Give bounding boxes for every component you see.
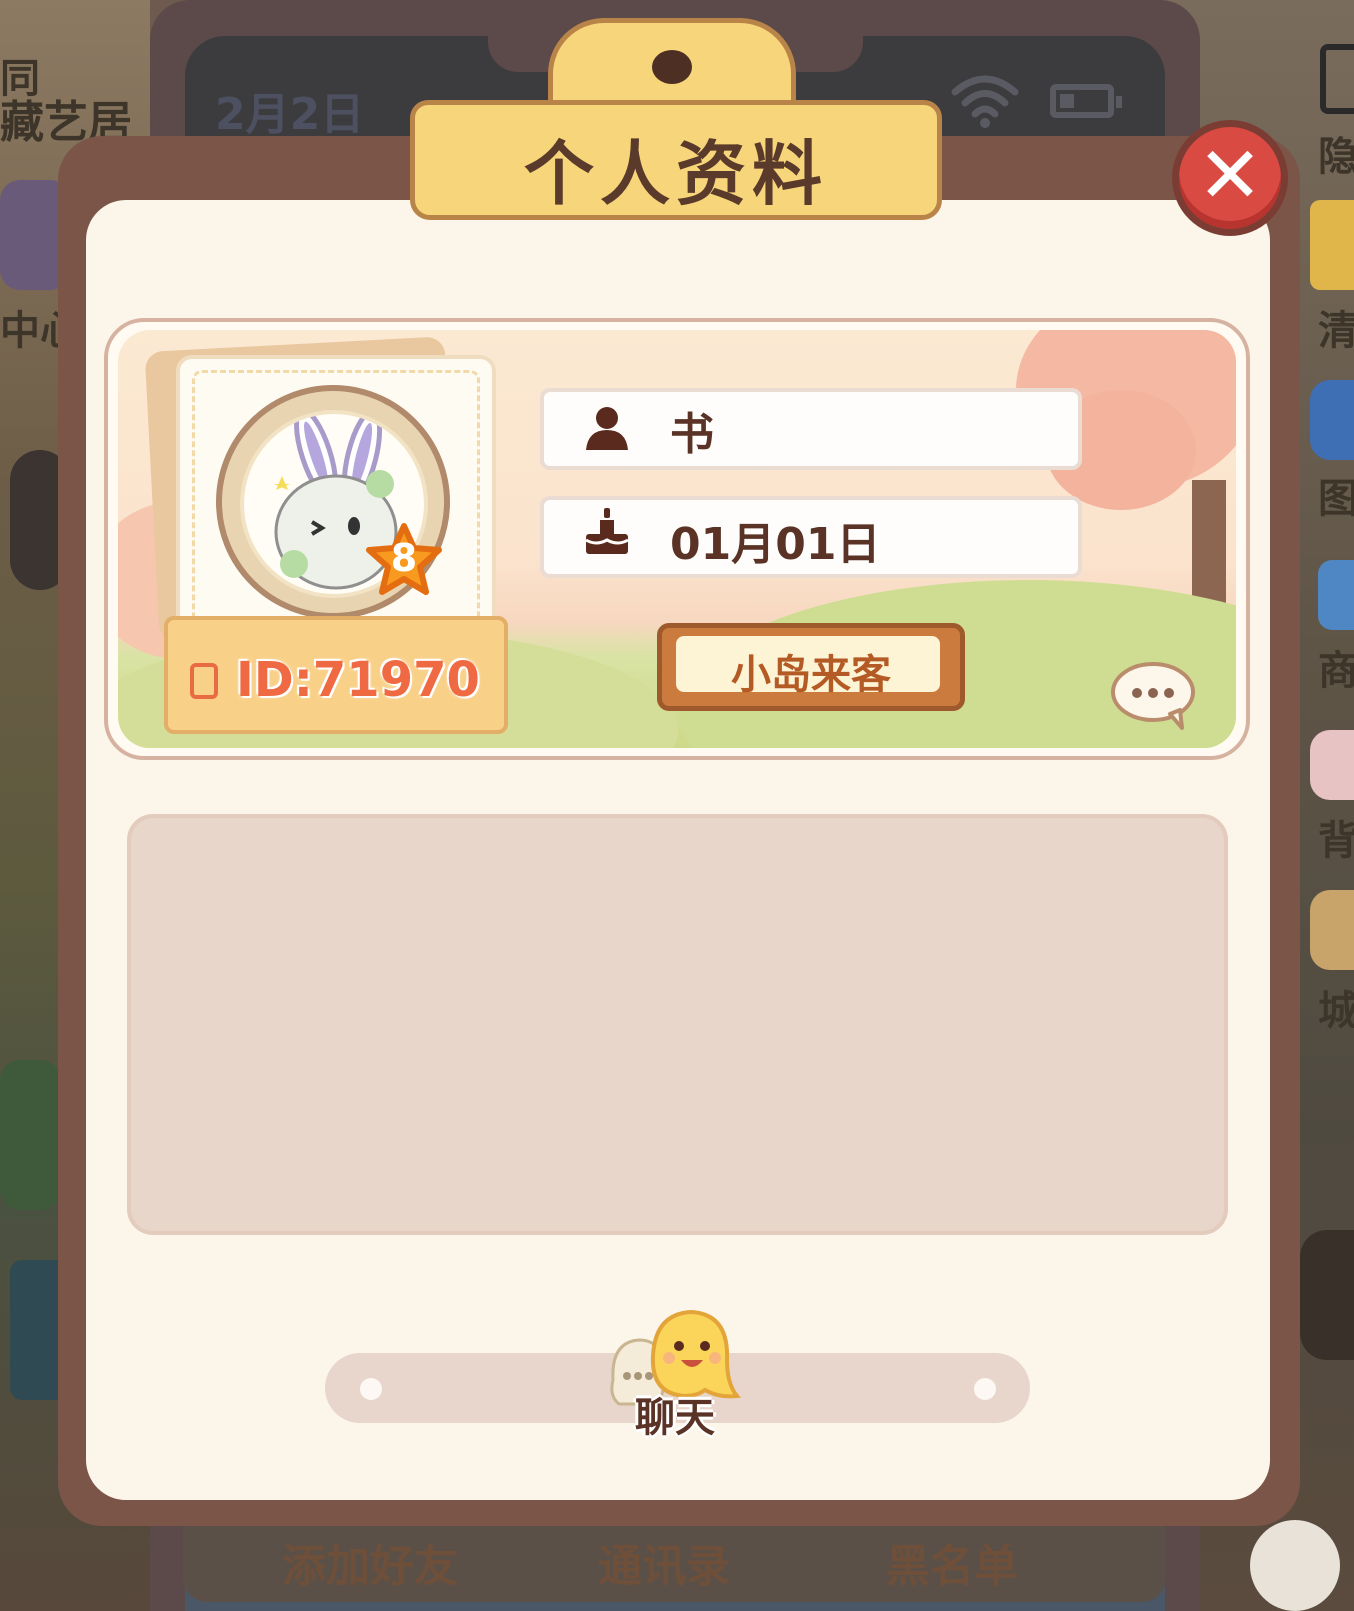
track-dot-left <box>360 1378 382 1400</box>
track-dot-right <box>974 1378 996 1400</box>
background-right-label-1: 隐 <box>1318 134 1354 180</box>
player-birthday: 01月01日 <box>670 519 881 570</box>
bio-box <box>127 814 1228 1235</box>
modal-title: 个人资料 <box>524 133 828 215</box>
atlas-icon[interactable] <box>1310 380 1354 460</box>
title-board-hole <box>652 50 692 84</box>
battery-icon <box>1050 84 1122 118</box>
close-icon: ✕ <box>1197 131 1263 221</box>
person-icon <box>586 407 628 450</box>
copy-id-icon[interactable] <box>190 663 218 699</box>
background-right-label-3: 图 <box>1318 476 1354 522</box>
npc-character-icon-right <box>1300 1230 1354 1360</box>
cake-icon <box>585 508 629 554</box>
shop-icon[interactable] <box>1318 560 1354 630</box>
wifi-icon <box>951 75 1019 128</box>
clean-icon[interactable] <box>1310 200 1354 290</box>
city-icon[interactable] <box>1310 890 1354 970</box>
tab-add-friend[interactable]: 添加好友 <box>282 1530 458 1594</box>
player-id[interactable]: ID:71970 <box>236 652 480 708</box>
island-visitor-label: 小岛来客 <box>731 652 891 698</box>
hide-icon[interactable] <box>1320 44 1354 114</box>
background-right-label-6: 城 <box>1318 988 1354 1034</box>
level-number: 8 <box>390 536 418 580</box>
tab-contacts[interactable]: 通讯录 <box>598 1530 730 1594</box>
mail-icon[interactable] <box>1250 1520 1340 1611</box>
close-button[interactable]: ✕ <box>1172 120 1288 236</box>
chat-label: 聊天 <box>635 1395 715 1441</box>
background-right-label-5: 背 <box>1318 818 1354 864</box>
tab-blacklist[interactable]: 黑名单 <box>886 1530 1018 1594</box>
background-status-date: 2月2日 <box>215 89 365 140</box>
background-right-label-4: 商 <box>1318 648 1354 694</box>
bush-icon <box>0 1060 60 1210</box>
backpack-icon[interactable] <box>1310 730 1354 800</box>
background-right-label-2: 清 <box>1318 308 1354 354</box>
player-name: 书 <box>670 409 714 460</box>
speech-bubble-icon[interactable] <box>1110 660 1196 730</box>
